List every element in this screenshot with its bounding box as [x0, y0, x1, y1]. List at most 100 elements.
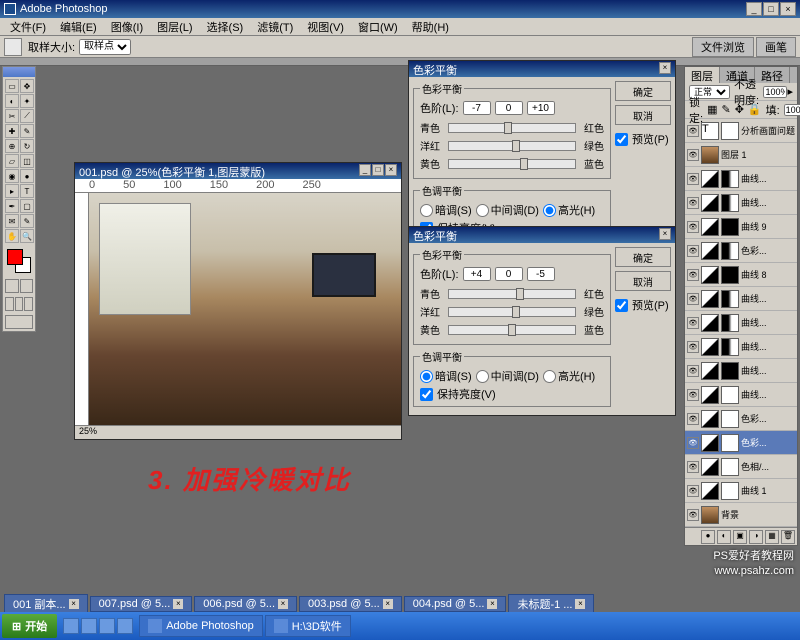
slider-track[interactable] — [448, 307, 576, 317]
layer-thumb[interactable] — [701, 338, 719, 356]
level2-input-0[interactable] — [463, 267, 491, 281]
doc-close[interactable]: × — [385, 164, 397, 176]
tab-filebrowser[interactable]: 文件浏览 — [692, 37, 754, 57]
layer-thumb[interactable] — [701, 410, 719, 428]
menu-filter[interactable]: 滤镜(T) — [251, 18, 299, 36]
mode-quickmask[interactable] — [20, 279, 34, 293]
tool-gradient[interactable]: ◫ — [20, 154, 34, 168]
tool-type[interactable]: T — [20, 184, 34, 198]
level2-input-1[interactable] — [495, 267, 523, 281]
tool-notes[interactable]: ✉ — [5, 214, 19, 228]
eye-icon[interactable]: 👁 — [687, 341, 699, 353]
close-button[interactable]: × — [780, 2, 796, 16]
folder-icon[interactable]: ▣ — [733, 530, 747, 544]
layer-mask-thumb[interactable] — [721, 266, 739, 284]
tab-close-icon[interactable]: × — [487, 599, 497, 609]
tool-crop[interactable]: ✂ — [5, 109, 19, 123]
layer-thumb[interactable] — [701, 170, 719, 188]
menu-image[interactable]: 图像(I) — [105, 18, 149, 36]
slider-track[interactable] — [448, 141, 576, 151]
toolbox-grip[interactable] — [3, 67, 35, 77]
layer-row[interactable]: 👁曲线... — [685, 167, 797, 191]
layer-mask-thumb[interactable] — [721, 482, 739, 500]
max-button[interactable]: □ — [763, 2, 779, 16]
level-input-2[interactable] — [527, 101, 555, 115]
layer-row[interactable]: 👁曲线... — [685, 311, 797, 335]
eye-icon[interactable]: 👁 — [687, 317, 699, 329]
layer-mask-thumb[interactable] — [721, 434, 739, 452]
tone-radio[interactable]: 中间调(D) — [476, 368, 539, 384]
doc-tab[interactable]: 001 副本...× — [4, 594, 88, 614]
layer-thumb[interactable] — [701, 266, 719, 284]
radio-input[interactable] — [476, 204, 489, 217]
layer-row[interactable]: 👁曲线 1 — [685, 479, 797, 503]
radio-input[interactable] — [420, 204, 433, 217]
screen-2[interactable] — [15, 297, 24, 311]
dialog2-close[interactable]: × — [659, 228, 671, 240]
layer-row[interactable]: 👁曲线... — [685, 359, 797, 383]
eye-icon[interactable]: 👁 — [687, 413, 699, 425]
tab-layers[interactable]: 图层 — [685, 67, 720, 83]
tab-close-icon[interactable]: × — [278, 599, 288, 609]
layer-thumb[interactable] — [701, 314, 719, 332]
task-explorer[interactable]: H:\3D软件 — [265, 615, 351, 637]
layer-row[interactable]: 👁曲线... — [685, 335, 797, 359]
layer-row[interactable]: 👁曲线 9 — [685, 215, 797, 239]
ok-button-2[interactable]: 确定 — [615, 247, 671, 267]
layer-thumb[interactable]: T — [701, 122, 719, 140]
layer-thumb[interactable] — [701, 146, 719, 164]
tone-radio[interactable]: 暗调(S) — [420, 202, 472, 218]
eye-icon[interactable]: 👁 — [687, 197, 699, 209]
layer-mask-thumb[interactable] — [721, 290, 739, 308]
tool-history[interactable]: ↻ — [20, 139, 34, 153]
screen-3[interactable] — [24, 297, 33, 311]
tool-hand[interactable]: ✋ — [5, 229, 19, 243]
doc-tab[interactable]: 003.psd @ 5...× — [299, 596, 402, 612]
tool-wand[interactable]: ✦ — [20, 94, 34, 108]
adjust-icon[interactable]: ◑ — [749, 530, 763, 544]
layer-mask-thumb[interactable] — [721, 218, 739, 236]
preview-check-1[interactable] — [615, 133, 628, 146]
lock-pixels-icon[interactable]: ✎ — [721, 103, 730, 116]
mask-icon[interactable]: ◐ — [717, 530, 731, 544]
layer-mask-thumb[interactable] — [721, 362, 739, 380]
preserve-lum-2[interactable] — [420, 388, 433, 401]
layer-mask-thumb[interactable] — [721, 242, 739, 260]
tab-brushes[interactable]: 画笔 — [756, 37, 796, 57]
level2-input-2[interactable] — [527, 267, 555, 281]
tool-blur[interactable]: ◉ — [5, 169, 19, 183]
layer-thumb[interactable] — [701, 362, 719, 380]
layer-mask-thumb[interactable] — [721, 314, 739, 332]
fill-input[interactable] — [784, 104, 800, 116]
menu-select[interactable]: 选择(S) — [201, 18, 250, 36]
start-button[interactable]: ⊞ 开始 — [2, 614, 57, 638]
slider-track[interactable] — [448, 325, 576, 335]
radio-input[interactable] — [543, 204, 556, 217]
task-photoshop[interactable]: Adobe Photoshop — [139, 615, 262, 637]
eye-icon[interactable]: 👁 — [687, 509, 699, 521]
tool-path[interactable]: ▸ — [5, 184, 19, 198]
layer-row[interactable]: 👁色相/... — [685, 455, 797, 479]
lock-all-icon[interactable]: 🔒 — [748, 103, 762, 116]
tab-close-icon[interactable]: × — [575, 599, 585, 609]
cancel-button-1[interactable]: 取消 — [615, 105, 671, 125]
slider-thumb[interactable] — [520, 158, 528, 170]
layer-thumb[interactable] — [701, 458, 719, 476]
layer-row[interactable]: 👁曲线... — [685, 287, 797, 311]
ql-3[interactable] — [99, 618, 115, 634]
slider-thumb[interactable] — [516, 288, 524, 300]
menu-layer[interactable]: 图层(L) — [151, 18, 198, 36]
eye-icon[interactable]: 👁 — [687, 245, 699, 257]
tool-brush[interactable]: ✎ — [20, 124, 34, 138]
tool-eyedrop[interactable]: ✎ — [20, 214, 34, 228]
jump-to[interactable] — [5, 315, 33, 329]
eye-icon[interactable]: 👁 — [687, 437, 699, 449]
ql-4[interactable] — [117, 618, 133, 634]
current-tool-icon[interactable] — [4, 38, 22, 56]
slider-thumb[interactable] — [508, 324, 516, 336]
menu-file[interactable]: 文件(F) — [4, 18, 52, 36]
tool-dodge[interactable]: ● — [20, 169, 34, 183]
layer-mask-thumb[interactable] — [721, 386, 739, 404]
layer-mask-thumb[interactable] — [721, 122, 739, 140]
radio-input[interactable] — [543, 370, 556, 383]
